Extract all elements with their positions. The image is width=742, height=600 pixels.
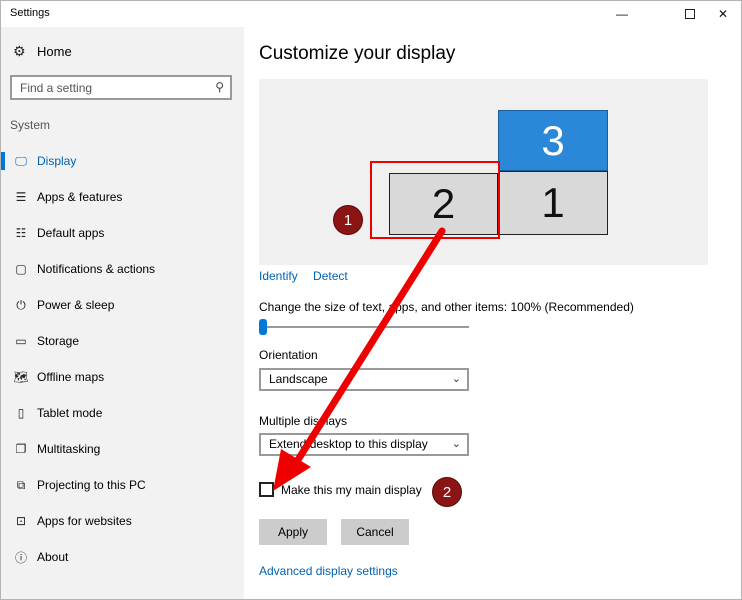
multiple-displays-label: Multiple displays <box>259 414 348 428</box>
sidebar-item-label: Apps & features <box>37 190 123 204</box>
sidebar-item-storage[interactable]: ▭ Storage <box>1 323 244 359</box>
display-arrangement: 3 2 1 1 <box>259 79 708 265</box>
tablet-icon: ▯ <box>17 406 25 420</box>
sidebar-item-label: Storage <box>37 334 80 348</box>
minimize-button[interactable]: — <box>599 1 645 27</box>
sidebar-item-projecting-to-this-pc[interactable]: ⧉ Projecting to this PC <box>1 467 244 503</box>
apps-websites-icon: ⊡ <box>15 514 27 528</box>
sidebar-item-multitasking[interactable]: ❐ Multitasking <box>1 431 244 467</box>
main-display-option[interactable]: Make this my main display <box>259 482 422 497</box>
sidebar-item-offline-maps[interactable]: 🗺 Offline maps <box>1 359 244 395</box>
list-icon: ☰ <box>15 190 27 204</box>
orientation-value: Landscape <box>269 372 328 386</box>
sidebar-item-label: Apps for websites <box>37 514 132 528</box>
annotation-step-2-badge: 2 <box>432 477 462 507</box>
title-bar: Settings — ✕ <box>1 1 741 27</box>
close-button[interactable]: ✕ <box>700 1 742 27</box>
storage-icon: ▭ <box>15 334 27 348</box>
slider-thumb[interactable] <box>259 319 267 335</box>
monitor-3[interactable]: 3 <box>498 110 608 171</box>
main-display-checkbox[interactable] <box>259 482 274 497</box>
sidebar-nav: 🖵 Display ☰ Apps & features ☷ Default apps ▢ No… <box>1 143 244 575</box>
projecting-icon: ⧉ <box>16 477 26 492</box>
page-title: Customize your display <box>259 43 456 64</box>
slider-track <box>259 326 469 328</box>
sidebar-item-label: About <box>37 550 69 564</box>
home-label: Home <box>37 44 72 59</box>
sidebar-item-label: Notifications & actions <box>37 262 156 276</box>
settings-window: Settings — ✕ ⚙ Home ⚲ System 🖵 Display ☰ Ap… <box>0 0 742 600</box>
sidebar: ⚙ Home ⚲ System 🖵 Display ☰ Apps & features… <box>1 27 244 599</box>
monitor-1[interactable]: 1 <box>498 171 608 235</box>
chevron-down-icon: ⌄ <box>451 373 461 385</box>
sidebar-item-label: Projecting to this PC <box>37 478 146 492</box>
monitor-icon: 🖵 <box>15 153 27 168</box>
sidebar-item-label: Offline maps <box>37 370 105 384</box>
sidebar-item-notifications-actions[interactable]: ▢ Notifications & actions <box>1 251 244 287</box>
sidebar-item-display[interactable]: 🖵 Display <box>1 143 244 179</box>
info-icon: ⓘ <box>14 550 27 565</box>
sidebar-item-power-sleep[interactable]: ⏻ Power & sleep <box>1 287 244 323</box>
identify-link[interactable]: Identify <box>259 269 298 283</box>
scale-slider[interactable] <box>259 319 469 335</box>
orientation-label: Orientation <box>259 348 318 362</box>
map-icon: 🗺 <box>13 370 29 384</box>
sidebar-item-apps-for-websites[interactable]: ⊡ Apps for websites <box>1 503 244 539</box>
multiple-displays-value: Extend desktop to this display <box>269 437 428 451</box>
multitasking-icon: ❐ <box>15 442 27 456</box>
orientation-dropdown[interactable]: Landscape ⌄ <box>259 368 469 391</box>
multiple-displays-dropdown[interactable]: Extend desktop to this display ⌄ <box>259 433 469 456</box>
maximize-icon <box>685 9 695 19</box>
display-links: Identify Detect <box>259 269 360 283</box>
sidebar-item-default-apps[interactable]: ☷ Default apps <box>1 215 244 251</box>
chevron-down-icon: ⌄ <box>451 438 461 450</box>
sidebar-item-tablet-mode[interactable]: ▯ Tablet mode <box>1 395 244 431</box>
scale-label: Change the size of text, apps, and other… <box>259 300 634 314</box>
annotation-highlight-box <box>370 161 500 239</box>
main-display-label: Make this my main display <box>281 482 422 497</box>
sidebar-item-about[interactable]: ⓘ About <box>1 539 244 575</box>
annotation-step-1-badge: 1 <box>333 205 363 235</box>
sidebar-item-label: Multitasking <box>37 442 101 456</box>
section-label: System <box>10 118 51 132</box>
search-input[interactable] <box>12 77 202 98</box>
search-icon[interactable]: ⚲ <box>215 80 224 94</box>
detect-link[interactable]: Detect <box>313 269 348 283</box>
sidebar-item-label: Tablet mode <box>37 406 103 420</box>
sidebar-item-label: Display <box>37 154 77 168</box>
advanced-display-settings-link[interactable]: Advanced display settings <box>259 564 398 578</box>
power-icon: ⏻ <box>16 297 26 312</box>
gear-icon: ⚙ <box>13 43 26 59</box>
search-box[interactable]: ⚲ <box>10 75 232 100</box>
cancel-button[interactable]: Cancel <box>341 519 409 545</box>
default-apps-icon: ☷ <box>15 226 27 240</box>
main-content: Customize your display 3 2 1 1 Identify … <box>244 27 741 599</box>
window-title: Settings <box>10 7 50 19</box>
sidebar-item-label: Power & sleep <box>37 298 115 312</box>
notification-icon: ▢ <box>15 262 27 276</box>
apply-button[interactable]: Apply <box>259 519 327 545</box>
sidebar-item-apps-features[interactable]: ☰ Apps & features <box>1 179 244 215</box>
sidebar-item-label: Default apps <box>37 226 105 240</box>
home-nav-item[interactable]: ⚙ Home <box>13 43 72 60</box>
